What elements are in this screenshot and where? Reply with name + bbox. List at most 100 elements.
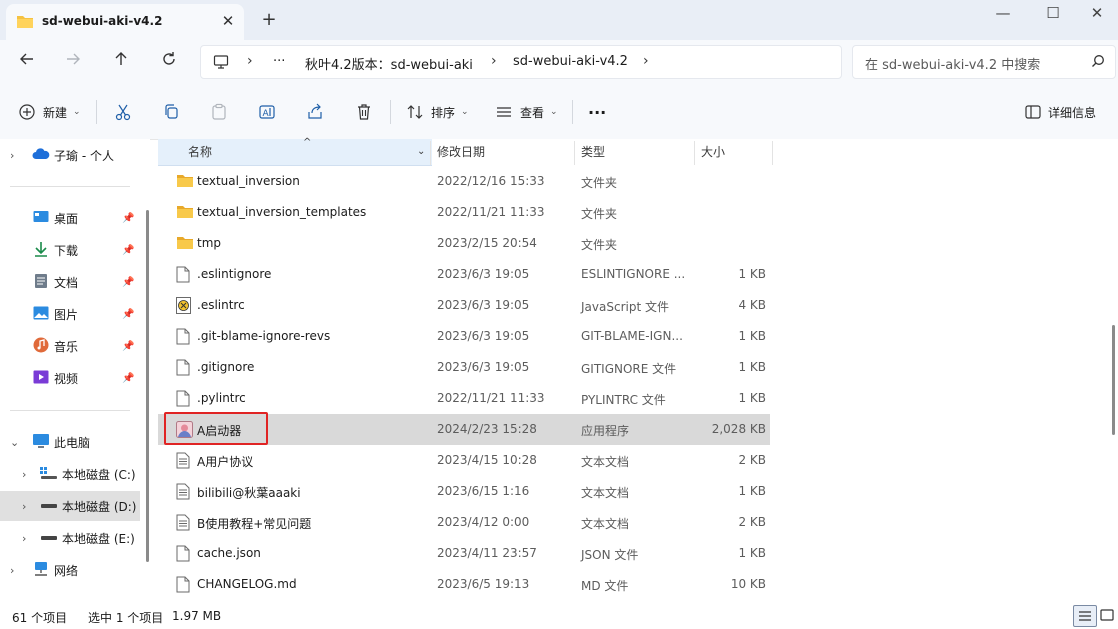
column-header-date[interactable]: 修改日期 xyxy=(437,139,485,165)
file-size: 1 KB xyxy=(738,360,766,374)
nav-item-this-pc[interactable]: ⌄ 此电脑 xyxy=(0,427,140,457)
column-divider[interactable] xyxy=(574,141,575,165)
refresh-button[interactable] xyxy=(156,50,182,74)
file-row[interactable]: textual_inversion_templates 2022/11/21 11… xyxy=(158,197,770,228)
details-view-button[interactable] xyxy=(1073,605,1097,627)
new-button[interactable]: 新建 ⌄ xyxy=(18,100,81,124)
file-size: 2,028 KB xyxy=(711,422,766,436)
pin-icon[interactable]: 📌 xyxy=(122,277,134,288)
chevron-down-icon[interactable]: ⌄ xyxy=(10,436,19,449)
pin-icon[interactable]: 📌 xyxy=(122,309,134,320)
file-row[interactable]: A用户协议 2023/4/15 10:28 文本文档 2 KB xyxy=(158,445,770,476)
nav-item-drive-c[interactable]: › 本地磁盘 (C:) xyxy=(0,459,140,489)
close-window-button[interactable]: ✕ xyxy=(1076,0,1118,28)
search-box[interactable]: 在 sd-webui-aki-v4.2 中搜索 xyxy=(852,45,1116,79)
nav-item-network[interactable]: › 网络 xyxy=(0,555,140,585)
share-button[interactable] xyxy=(306,100,324,124)
paste-button[interactable] xyxy=(210,100,228,124)
pin-icon[interactable]: 📌 xyxy=(122,245,134,256)
details-pane-button[interactable]: 详细信息 xyxy=(1024,100,1096,124)
column-divider[interactable] xyxy=(694,141,695,165)
minimize-button[interactable]: — xyxy=(980,0,1026,28)
file-size: 2 KB xyxy=(738,453,766,467)
file-name: .git-blame-ignore-revs xyxy=(197,329,331,343)
download-icon xyxy=(34,241,48,260)
copy-button[interactable] xyxy=(162,100,180,124)
nav-item-drive-e[interactable]: › 本地磁盘 (E:) xyxy=(0,523,140,553)
file-date: 2023/6/3 19:05 xyxy=(437,329,530,343)
cut-button[interactable] xyxy=(114,100,132,124)
chevron-right-icon[interactable]: › xyxy=(247,53,253,69)
column-header-size[interactable]: 大小 xyxy=(701,139,725,165)
breadcrumb-current[interactable]: sd-webui-aki-v4.2 xyxy=(513,54,628,69)
file-date: 2023/6/3 19:05 xyxy=(437,360,530,374)
file-row[interactable]: B使用教程+常见问题 2023/4/12 0:00 文本文档 2 KB xyxy=(158,507,770,538)
chevron-down-icon[interactable]: ⌄ xyxy=(417,139,425,165)
copy-icon xyxy=(165,104,178,119)
view-button[interactable]: 查看 ⌄ xyxy=(495,100,558,124)
new-tab-button[interactable]: + xyxy=(258,9,280,31)
nav-item-videos[interactable]: 视频 📌 xyxy=(0,363,140,393)
drive-icon xyxy=(40,499,58,513)
maximize-button[interactable]: ☐ xyxy=(1030,0,1076,28)
chevron-right-icon[interactable]: › xyxy=(643,53,649,69)
file-row[interactable]: .eslintignore 2023/6/3 19:05 ESLINTIGNORE … xyxy=(158,259,770,290)
column-header-name[interactable]: 名称 xyxy=(188,139,212,165)
file-row[interactable]: .git-blame-ignore-revs 2023/6/3 19:05 GIT-… xyxy=(158,321,770,352)
chevron-right-icon[interactable]: › xyxy=(22,532,26,545)
file-name: CHANGELOG.md xyxy=(197,577,297,591)
file-size: 10 KB xyxy=(730,577,766,591)
nav-scrollbar[interactable] xyxy=(146,210,149,562)
forward-button[interactable] xyxy=(60,50,86,74)
file-row[interactable]: textual_inversion 2022/12/16 15:33 文件夹 xyxy=(158,166,770,197)
breadcrumb-overflow[interactable]: ··· xyxy=(273,54,285,69)
file-name: textual_inversion_templates xyxy=(197,205,367,219)
column-header-type[interactable]: 类型 xyxy=(581,139,605,165)
chevron-right-icon[interactable]: › xyxy=(10,564,14,577)
file-date: 2023/2/15 20:54 xyxy=(437,236,537,250)
chevron-right-icon[interactable]: › xyxy=(22,468,26,481)
address-bar[interactable]: › ··· 秋叶4.2版本：sd-webui-aki › sd-webui-ak… xyxy=(200,45,842,79)
file-row[interactable]: .eslintrc 2023/6/3 19:05 JavaScript 文件 4 KB xyxy=(158,290,770,321)
file-type: 文本文档 xyxy=(581,517,630,531)
file-row[interactable]: .pylintrc 2022/11/21 11:33 PYLINTRC 文件 1 KB xyxy=(158,383,770,414)
file-row[interactable]: .gitignore 2023/6/3 19:05 GITIGNORE 文件 1 KB xyxy=(158,352,770,383)
more-options-button[interactable]: ··· xyxy=(588,100,606,124)
back-button[interactable] xyxy=(14,50,40,74)
tiles-view-button[interactable] xyxy=(1097,605,1117,625)
nav-item-drive-d[interactable]: › 本地磁盘 (D:) xyxy=(0,491,140,521)
nav-item-documents[interactable]: 文档 📌 xyxy=(0,267,140,297)
command-bar: 新建 ⌄ A 排序 ⌄ 查看 ⌄ ··· 详细信息 xyxy=(0,84,1118,140)
file-row[interactable]: bilibili@秋葉aaaki 2023/6/15 1:16 文本文档 1 KB xyxy=(158,476,770,507)
nav-item-downloads[interactable]: 下载 📌 xyxy=(0,235,140,265)
file-row[interactable]: cache.json 2023/4/11 23:57 JSON 文件 1 KB xyxy=(158,538,770,569)
search-input[interactable]: 在 sd-webui-aki-v4.2 中搜索 xyxy=(865,54,1040,73)
chevron-right-icon[interactable]: › xyxy=(22,500,26,513)
delete-button[interactable] xyxy=(355,100,373,124)
chevron-right-icon[interactable]: › xyxy=(491,53,497,69)
details-view-icon xyxy=(1079,611,1091,621)
tab-close-icon[interactable]: ✕ xyxy=(218,11,238,31)
file-date: 2022/11/21 11:33 xyxy=(437,205,545,219)
chevron-right-icon[interactable]: › xyxy=(10,149,14,162)
file-size: 1 KB xyxy=(738,267,766,281)
nav-item-pictures[interactable]: 图片 📌 xyxy=(0,299,140,329)
nav-item-desktop[interactable]: 桌面 📌 xyxy=(0,203,140,233)
tab-current[interactable]: sd-webui-aki-v4.2 ✕ xyxy=(6,4,244,40)
column-divider[interactable] xyxy=(772,141,773,165)
up-button[interactable] xyxy=(108,50,134,74)
column-divider[interactable] xyxy=(430,141,431,165)
breadcrumb-parent[interactable]: 秋叶4.2版本：sd-webui-aki xyxy=(305,54,473,73)
pin-icon[interactable]: 📌 xyxy=(122,373,134,384)
nav-item-onedrive[interactable]: › 子瑜 - 个人 xyxy=(0,140,140,170)
nav-item-music[interactable]: 音乐 📌 xyxy=(0,331,140,361)
sort-button[interactable]: 排序 ⌄ xyxy=(406,100,469,124)
file-row[interactable]: tmp 2023/2/15 20:54 文件夹 xyxy=(158,228,770,259)
file-date: 2022/11/21 11:33 xyxy=(437,391,545,405)
pin-icon[interactable]: 📌 xyxy=(122,213,134,224)
pin-icon[interactable]: 📌 xyxy=(122,341,134,352)
rename-button[interactable]: A xyxy=(258,100,276,124)
content-scrollbar[interactable] xyxy=(1112,325,1115,435)
trash-icon xyxy=(358,104,370,120)
file-row[interactable]: CHANGELOG.md 2023/6/5 19:13 MD 文件 10 KB xyxy=(158,569,770,600)
